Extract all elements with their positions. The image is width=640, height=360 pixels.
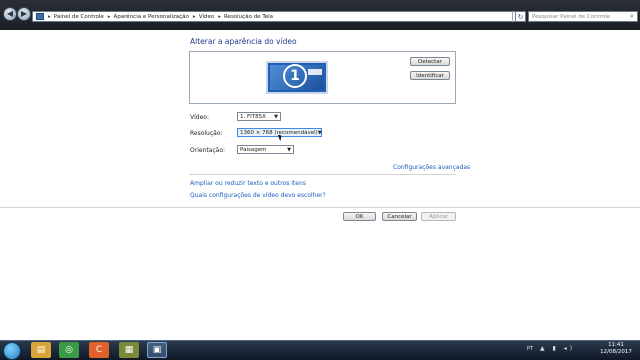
chrome-icon: ◎ (65, 345, 73, 355)
video-select-value: 1. FIT85X (240, 113, 266, 120)
display-settings-icon: ▣ (152, 345, 162, 355)
breadcrumb-separator: ▸ (107, 13, 111, 20)
page-title: Alterar a aparência do vídeo (190, 37, 297, 46)
video-label: Vídeo: (190, 114, 209, 121)
resolution-label: Resolução: (190, 130, 223, 137)
clock[interactable]: 11:41 12/08/2017 (596, 342, 636, 356)
breadcrumb-screen-resolution[interactable]: Resolução de Tela (224, 14, 273, 20)
monitor-window-shape (308, 69, 322, 75)
taskbar-display-settings[interactable]: ▣ (147, 342, 167, 358)
chevron-down-icon: ▼ (317, 129, 322, 136)
breadcrumb-separator: ▸ (218, 13, 221, 20)
chevron-down-icon: ▼ (287, 146, 291, 153)
minecraft-icon: ▦ (124, 345, 134, 355)
identify-button[interactable]: Identificar (410, 71, 450, 80)
language-indicator[interactable]: PT (527, 346, 533, 352)
button-bar-divider (0, 207, 640, 208)
breadcrumb-separator: ▸ (192, 13, 196, 20)
advanced-settings-link[interactable]: Configurações avançadas (393, 164, 470, 171)
breadcrumb-separator: ▸ (48, 13, 51, 20)
text-size-link[interactable]: Ampliar ou reduzir texto e outros itens (190, 180, 306, 187)
chevron-down-icon: ▼ (274, 113, 278, 120)
ok-button[interactable]: OK (343, 212, 376, 221)
refresh-button[interactable]: ↻ (515, 11, 526, 22)
detect-button[interactable]: Detectar (410, 57, 450, 66)
video-select[interactable]: 1. FIT85X ▼ (237, 112, 281, 121)
breadcrumb-video[interactable]: Vídeo (199, 14, 215, 20)
breadcrumb-control-panel[interactable]: Painel de Controle (54, 14, 104, 20)
system-tray-icons[interactable]: ▲ ▮ ◂) (540, 345, 575, 352)
clock-date: 12/08/2017 (600, 349, 632, 355)
address-bar[interactable]: ▸ Painel de Controle ▸ Aparência e Perso… (32, 11, 524, 22)
orientation-select-value: Paisagem (240, 146, 267, 153)
taskbar-minecraft[interactable]: ▦ (119, 342, 139, 358)
search-icon: ⌕ (630, 12, 634, 20)
orientation-select[interactable]: Paisagem ▼ (237, 145, 294, 154)
taskbar-orange-app[interactable]: C (89, 342, 109, 358)
folder-icon: ▤ (36, 345, 46, 355)
monitor-number-badge: 1 (283, 64, 307, 88)
start-button[interactable] (3, 342, 21, 360)
clock-time: 11:41 (608, 342, 624, 348)
search-input[interactable]: Pesquisar Painel de Controle ⌕ (528, 11, 638, 22)
cancel-button[interactable]: Cancelar (382, 212, 417, 221)
breadcrumb-appearance[interactable]: Aparência e Personalização (114, 14, 189, 20)
control-panel-icon (36, 13, 44, 20)
app-icon: C (95, 345, 103, 355)
which-settings-link[interactable]: Quais configurações de vídeo devo escolh… (190, 192, 326, 199)
orientation-label: Orientação: (190, 147, 226, 154)
search-placeholder: Pesquisar Painel de Controle (532, 13, 611, 20)
monitor-1-tile[interactable]: 1 (266, 61, 328, 94)
refresh-icon: ↻ (517, 12, 524, 21)
taskbar-chrome[interactable]: ◎ (59, 342, 79, 358)
back-button[interactable]: ◀ (3, 7, 17, 21)
back-arrow-icon: ◀ (6, 9, 14, 18)
taskbar-explorer[interactable]: ▤ (31, 342, 51, 358)
apply-button[interactable]: Aplicar (421, 212, 456, 221)
forward-button[interactable]: ▶ (17, 7, 31, 21)
divider (189, 174, 456, 175)
forward-arrow-icon: ▶ (20, 9, 28, 18)
